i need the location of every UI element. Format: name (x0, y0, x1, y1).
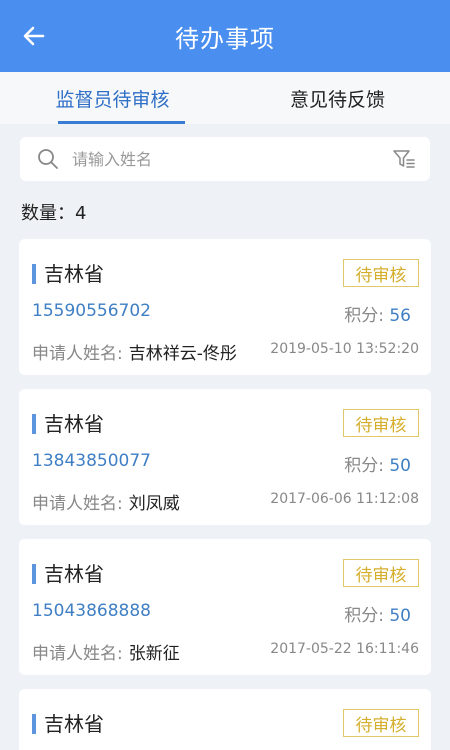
list-item[interactable]: 吉林省 待审核 13843850077 积分: 50 申请人姓名: 刘凤威 201… (19, 389, 431, 525)
status-badge: 待审核 (343, 709, 419, 737)
score-value: 56 (389, 306, 411, 326)
applicant-label: 申请人姓名: (32, 344, 123, 364)
phone-number[interactable]: 15590556702 (32, 301, 151, 321)
page-title: 待办事项 (175, 24, 275, 53)
timestamp: 2017-06-06 11:12:08 (270, 491, 419, 507)
applicant-label: 申请人姓名: (32, 494, 123, 514)
score-label: 积分: (344, 306, 390, 326)
app-header: 待办事项 (0, 0, 450, 72)
score: 积分: 50 (344, 451, 411, 476)
arrow-left-icon (23, 26, 45, 46)
score-value: 50 (389, 606, 411, 626)
phone-number[interactable]: 13843850077 (32, 451, 151, 471)
score-label: 积分: (344, 606, 390, 626)
tab-bar: 监督员待审核 意见待反馈 (0, 72, 450, 124)
score: 积分: 50 (344, 601, 411, 626)
applicant: 申请人姓名: 张新征 (32, 639, 180, 664)
score-value: 50 (389, 456, 411, 476)
item-count: 数量：4 (21, 203, 87, 224)
applicant-name: 吉林祥云-佟彤 (128, 344, 237, 364)
province-label: 吉林省 (32, 411, 104, 437)
status-badge: 待审核 (343, 259, 419, 287)
timestamp: 2019-05-10 13:52:20 (270, 341, 419, 357)
status-badge: 待审核 (343, 409, 419, 437)
applicant-name: 张新征 (128, 644, 180, 664)
province-label: 吉林省 (32, 711, 104, 737)
search-bar (20, 137, 430, 181)
applicant-label: 申请人姓名: (32, 644, 123, 664)
list-item[interactable]: 吉林省 待审核 (19, 689, 431, 750)
list-item[interactable]: 吉林省 待审核 15590556702 积分: 56 申请人姓名: 吉林祥云-佟彤… (19, 239, 431, 375)
list-item[interactable]: 吉林省 待审核 15043868888 积分: 50 申请人姓名: 张新征 201… (19, 539, 431, 675)
score: 积分: 56 (344, 301, 411, 326)
applicant: 申请人姓名: 刘凤威 (32, 489, 180, 514)
applicant: 申请人姓名: 吉林祥云-佟彤 (32, 339, 237, 364)
search-icon (38, 149, 58, 169)
score-label: 积分: (344, 456, 390, 476)
province-label: 吉林省 (32, 261, 104, 287)
timestamp: 2017-05-22 16:11:46 (270, 641, 419, 657)
applicant-name: 刘凤威 (128, 494, 180, 514)
phone-number[interactable]: 15043868888 (32, 601, 151, 621)
tab-supervisor-pending[interactable]: 监督员待审核 (0, 72, 225, 124)
tab-feedback-pending[interactable]: 意见待反馈 (225, 72, 450, 124)
status-badge: 待审核 (343, 559, 419, 587)
filter-icon[interactable] (392, 147, 416, 171)
search-input[interactable] (72, 149, 392, 169)
province-label: 吉林省 (32, 561, 104, 587)
back-button[interactable] (14, 18, 54, 54)
